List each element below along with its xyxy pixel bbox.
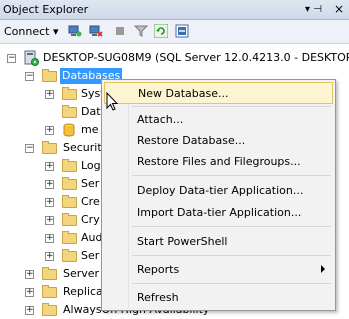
menu-item-label: Restore Files and Filegroups... bbox=[137, 155, 301, 168]
menu-separator bbox=[132, 283, 331, 284]
context-menu: New Database... Attach... Restore Databa… bbox=[101, 79, 336, 311]
tree-node[interactable]: + Cre bbox=[0, 193, 100, 211]
expand-toggle[interactable]: + bbox=[45, 252, 54, 261]
pin-icon[interactable]: ▾ ⊣ bbox=[305, 4, 322, 15]
menu-item-refresh[interactable]: Refresh bbox=[104, 287, 333, 309]
node-label: Ser bbox=[81, 177, 100, 190]
folder-icon bbox=[62, 231, 77, 244]
mouse-cursor-icon bbox=[106, 92, 119, 111]
menu-item-label: Import Data-tier Application... bbox=[137, 206, 302, 219]
submenu-arrow-icon bbox=[321, 265, 325, 273]
node-label: Aud bbox=[81, 231, 103, 244]
stop-icon[interactable] bbox=[113, 24, 127, 38]
node-label: Log bbox=[81, 159, 101, 172]
expand-toggle[interactable]: + bbox=[25, 306, 34, 315]
filter-icon[interactable] bbox=[134, 24, 148, 38]
collapse-toggle[interactable]: − bbox=[7, 54, 16, 63]
tree-node[interactable]: Dat bbox=[0, 103, 101, 121]
folder-icon bbox=[42, 141, 57, 154]
node-label: Ser bbox=[81, 249, 100, 262]
folder-icon bbox=[42, 69, 57, 82]
expand-toggle[interactable]: + bbox=[25, 288, 34, 297]
object-explorer-toolbar: Connect ▾ bbox=[0, 20, 349, 44]
menu-item-label: Deploy Data-tier Application... bbox=[137, 184, 304, 197]
menu-item-label: Start PowerShell bbox=[137, 235, 228, 248]
collapse-toggle[interactable]: − bbox=[25, 144, 34, 153]
expand-toggle[interactable]: + bbox=[45, 198, 54, 207]
menu-item-label: Reports bbox=[137, 263, 180, 276]
server-label: DESKTOP-SUG08M9 (SQL Server 12.0.4213.0 … bbox=[43, 51, 349, 64]
menu-separator bbox=[132, 175, 331, 176]
refresh-icon[interactable] bbox=[154, 24, 168, 38]
folder-icon bbox=[42, 303, 57, 316]
menu-item-new-database[interactable]: New Database... bbox=[104, 82, 333, 104]
folder-icon bbox=[62, 249, 77, 262]
menu-item-deploy-data-tier[interactable]: Deploy Data-tier Application... bbox=[104, 180, 333, 202]
expand-toggle[interactable]: + bbox=[45, 90, 54, 99]
menu-item-reports[interactable]: Reports bbox=[104, 259, 333, 281]
menu-item-label: New Database... bbox=[138, 87, 229, 100]
node-label: me bbox=[81, 123, 99, 136]
menu-separator bbox=[132, 106, 331, 107]
server-node[interactable]: − DESKTOP-SUG08M9 (SQL Server 12.0.4213.… bbox=[0, 49, 349, 67]
expand-toggle[interactable]: + bbox=[45, 234, 54, 243]
tree-node[interactable]: + Ser bbox=[0, 175, 100, 193]
menu-item-start-powershell[interactable]: Start PowerShell bbox=[104, 231, 333, 253]
folder-icon bbox=[62, 159, 77, 172]
replication-node[interactable]: + Replica bbox=[0, 283, 103, 301]
node-label: Cry bbox=[81, 213, 100, 226]
folder-icon bbox=[42, 267, 57, 280]
security-node[interactable]: − Security bbox=[0, 139, 108, 157]
menu-item-restore-database[interactable]: Restore Database... bbox=[104, 130, 333, 152]
tree-node[interactable]: + Syst bbox=[0, 85, 105, 103]
collapse-toggle[interactable]: − bbox=[25, 72, 34, 81]
expand-toggle[interactable]: + bbox=[45, 126, 54, 135]
close-icon[interactable]: × bbox=[334, 2, 344, 16]
expand-toggle[interactable]: + bbox=[25, 270, 34, 279]
folder-icon bbox=[62, 105, 77, 118]
window-title: Object Explorer bbox=[3, 3, 89, 16]
node-label: Cre bbox=[81, 195, 100, 208]
server-icon bbox=[24, 50, 39, 66]
menu-item-import-data-tier[interactable]: Import Data-tier Application... bbox=[104, 202, 333, 224]
tree-node[interactable]: + me bbox=[0, 121, 100, 139]
server-objects-node[interactable]: + Server O bbox=[0, 265, 111, 283]
tree-node[interactable]: + Aud bbox=[0, 229, 103, 247]
folder-icon bbox=[62, 195, 77, 208]
collapse-icon[interactable] bbox=[175, 24, 189, 38]
tree-node[interactable]: + Ser bbox=[0, 247, 100, 265]
folder-icon bbox=[42, 285, 57, 298]
expand-toggle[interactable]: + bbox=[45, 162, 54, 171]
connect-button[interactable]: Connect ▾ bbox=[4, 25, 59, 38]
menu-item-restore-files[interactable]: Restore Files and Filegroups... bbox=[104, 151, 333, 173]
expand-toggle[interactable]: + bbox=[45, 180, 54, 189]
folder-icon bbox=[62, 213, 77, 226]
menu-item-label: Attach... bbox=[137, 113, 184, 126]
connect-object-explorer-icon[interactable] bbox=[68, 24, 82, 38]
tree-node[interactable]: + Cry bbox=[0, 211, 100, 229]
node-label: Replica bbox=[63, 285, 103, 298]
menu-item-label: Restore Database... bbox=[137, 134, 246, 147]
folder-icon bbox=[62, 177, 77, 190]
expand-toggle[interactable]: + bbox=[45, 216, 54, 225]
tree-node[interactable]: + Log bbox=[0, 157, 101, 175]
database-icon bbox=[63, 123, 75, 137]
node-label: Dat bbox=[81, 105, 101, 118]
disconnect-icon[interactable] bbox=[89, 24, 103, 38]
menu-item-label: Refresh bbox=[137, 291, 179, 304]
object-explorer-titlebar: Object Explorer ▾ ⊣ × bbox=[0, 0, 349, 20]
folder-icon bbox=[62, 87, 77, 100]
menu-separator bbox=[132, 226, 331, 227]
menu-item-attach[interactable]: Attach... bbox=[104, 109, 333, 131]
menu-separator bbox=[132, 255, 331, 256]
